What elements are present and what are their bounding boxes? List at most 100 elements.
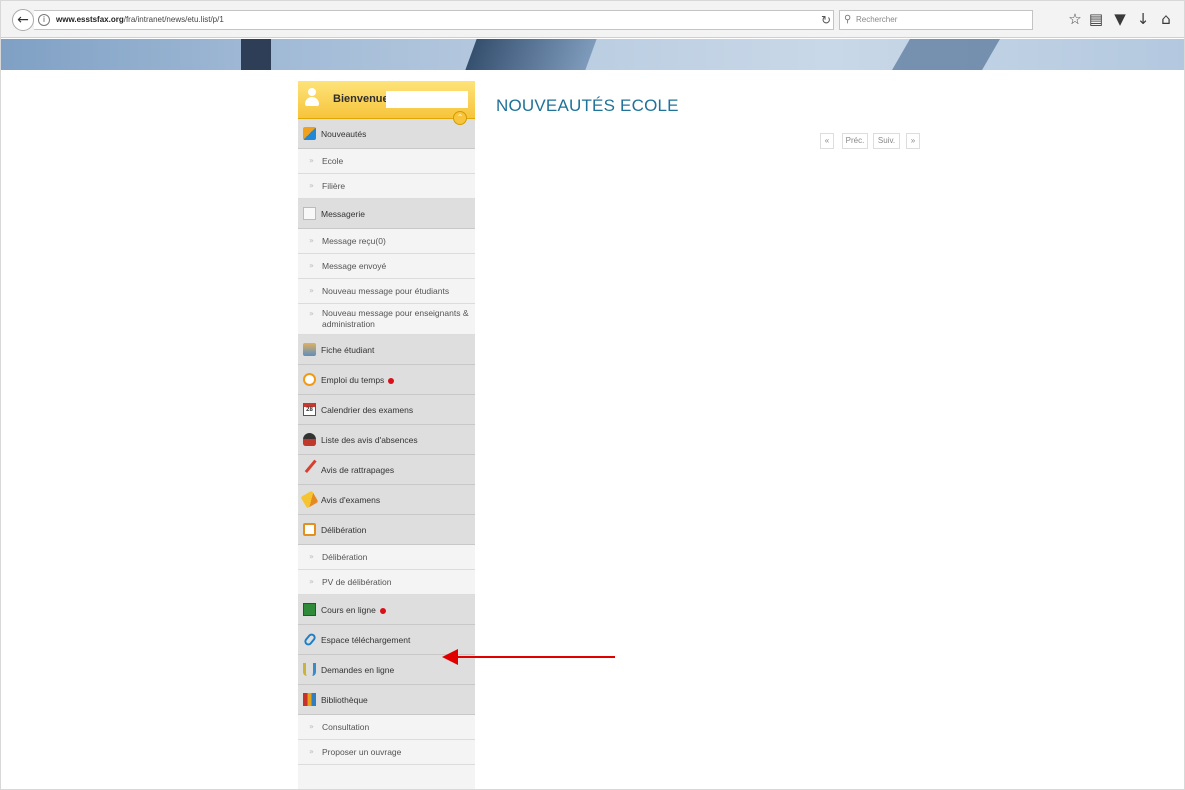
chevron-right-icon: »	[309, 747, 314, 756]
sidebar-item-label: Bibliothèque	[321, 695, 368, 705]
absence-icon	[303, 433, 316, 446]
pager-next-button[interactable]: Suiv.	[873, 133, 900, 149]
sidebar-item-label: Proposer un ouvrage	[322, 747, 402, 757]
form-icon	[303, 663, 316, 676]
alert-dot	[388, 377, 395, 384]
sidebar-item-label: Message envoyé	[322, 261, 387, 271]
sidebar-item-label: PV de délibération	[322, 577, 392, 587]
info-icon[interactable]: i	[38, 14, 50, 26]
pager-prev-button[interactable]: Préc.	[842, 133, 868, 149]
chevron-right-icon: »	[309, 577, 314, 586]
sidebar-item-label: Ecole	[322, 156, 344, 166]
sidebar-section-avis-d-examens[interactable]: Avis d'examens	[298, 485, 475, 515]
sidebar-section-messagerie[interactable]: Messagerie	[298, 199, 475, 229]
sidebar-item-label: Emploi du temps	[321, 375, 385, 385]
sidebar-section-avis-de-rattrapages[interactable]: Avis de rattrapages	[298, 455, 475, 485]
sidebar-item-label: Nouveau message pour étudiants	[322, 286, 450, 296]
calendar-icon: 28	[303, 403, 316, 416]
chevron-right-icon: »	[309, 309, 314, 318]
sidebar-item-nouveau-message-pour-etudiants[interactable]: » Nouveau message pour étudiants	[298, 279, 475, 304]
news-panel: NOUVEAUTÉS ECOLE « Préc. Suiv. »	[486, 81, 939, 162]
pager-first-button[interactable]: «	[820, 133, 834, 149]
chevron-right-icon: »	[309, 286, 314, 295]
sidebar-item-filiere[interactable]: » Filière	[298, 174, 475, 199]
sidebar-item-message-envoye[interactable]: » Message envoyé	[298, 254, 475, 279]
sidebar-section-nouveautes[interactable]: Nouveautés	[298, 119, 475, 149]
sidebar-item-nouveau-message-pour-enseignants-administration[interactable]: » Nouveau message pour enseignants & admi…	[298, 304, 475, 335]
user-name-field	[386, 91, 468, 108]
sidebar-item-label: Messagerie	[321, 209, 365, 219]
mail-icon	[303, 207, 316, 220]
sidebar-item-label: Consultation	[322, 722, 370, 732]
sidebar-item-message-recu-0[interactable]: » Message reçu(0)	[298, 229, 475, 254]
exam-icon	[300, 490, 319, 509]
annotation-arrow-head	[442, 649, 458, 665]
url-host: www.esstsfax.org	[56, 15, 124, 24]
sidebar-section-deliberation[interactable]: Délibération	[298, 515, 475, 545]
user-icon	[304, 88, 320, 108]
sidebar-item-label: Liste des avis d'absences	[321, 435, 418, 445]
sidebar-item-label: Fiche étudiant	[321, 345, 375, 355]
sidebar-item-pv-de-deliberation[interactable]: » PV de délibération	[298, 570, 475, 595]
sidebar-item-label: Message reçu(0)	[322, 236, 386, 246]
page-title: NOUVEAUTÉS ECOLE	[496, 96, 679, 115]
chevron-right-icon: »	[309, 552, 314, 561]
reading-list-icon[interactable]: ▤	[1087, 9, 1105, 29]
news-icon	[303, 127, 316, 140]
chevron-right-icon: »	[309, 722, 314, 731]
sidebar-item-label: Avis de rattrapages	[321, 465, 395, 475]
chevron-right-icon: »	[309, 181, 314, 190]
sidebar-item-ecole[interactable]: » Ecole	[298, 149, 475, 174]
sidebar-item-label: Nouveautés	[321, 129, 367, 139]
books-icon	[303, 693, 316, 706]
sidebar-section-cours-en-ligne[interactable]: Cours en ligne	[298, 595, 475, 625]
collapse-icon[interactable]: ⌃	[453, 111, 467, 125]
search-icon: ⚲	[844, 14, 852, 25]
home-icon[interactable]: ⌂	[1157, 9, 1175, 29]
url-bar[interactable]: i www.esstsfax.org/fra/intranet/news/etu…	[34, 10, 834, 30]
search-input[interactable]: ⚲ Rechercher	[839, 10, 1033, 30]
chevron-right-icon: »	[309, 156, 314, 165]
sidebar-item-proposer-un-ouvrage[interactable]: » Proposer un ouvrage	[298, 740, 475, 765]
sidebar-item-label: Calendrier des examens	[321, 405, 414, 415]
sidebar-item-deliberation[interactable]: » Délibération	[298, 545, 475, 570]
sidebar-item-consultation[interactable]: » Consultation	[298, 715, 475, 740]
alert-dot	[379, 607, 386, 614]
chevron-right-icon: »	[309, 261, 314, 270]
pocket-icon[interactable]: ▼	[1111, 9, 1129, 29]
pin-icon	[304, 459, 325, 480]
deliberation-icon	[303, 523, 316, 536]
sidebar-item-label: Délibération	[322, 552, 368, 562]
site-banner	[1, 39, 1184, 70]
sidebar-section-calendrier-des-examens[interactable]: 28 Calendrier des examens	[298, 395, 475, 425]
menu-list: Nouveautés » Ecole » Filière Messagerie » Messa…	[298, 119, 475, 765]
sidebar-section-liste-des-avis-d-absences[interactable]: Liste des avis d'absences	[298, 425, 475, 455]
download-icon[interactable]: ↓	[1134, 9, 1152, 29]
browser-toolbar: ← i www.esstsfax.org/fra/intranet/news/e…	[1, 1, 1184, 38]
sidebar-section-emploi-du-temps[interactable]: Emploi du temps	[298, 365, 475, 395]
welcome-header: Bienvenue ⌃	[298, 81, 475, 125]
paperclip-icon	[302, 631, 318, 648]
reload-icon[interactable]: ↻	[819, 11, 833, 29]
star-icon[interactable]: ☆	[1066, 9, 1084, 29]
back-icon[interactable]: ←	[12, 9, 34, 31]
sidebar-item-label: Espace téléchargement	[321, 635, 411, 645]
board-icon	[303, 603, 316, 616]
sidebar-section-fiche-etudiant[interactable]: Fiche étudiant	[298, 335, 475, 365]
sidebar-item-label: Nouveau message pour enseignants & admin…	[322, 308, 469, 329]
sidebar-item-label: Filière	[322, 181, 346, 191]
sidebar-section-bibliotheque[interactable]: Bibliothèque	[298, 685, 475, 715]
sidebar-item-label: Avis d'examens	[321, 495, 381, 505]
student-icon	[303, 343, 316, 356]
url-path: /fra/intranet/news/etu.list/p/1	[123, 15, 224, 24]
sidebar-item-label: Cours en ligne	[321, 605, 376, 615]
search-placeholder: Rechercher	[856, 15, 898, 24]
chevron-right-icon: »	[309, 236, 314, 245]
browser-window: ← i www.esstsfax.org/fra/intranet/news/e…	[0, 0, 1185, 790]
sidebar-item-label: Délibération	[321, 525, 367, 535]
pager-last-button[interactable]: »	[906, 133, 920, 149]
sidebar-item-label: Demandes en ligne	[321, 665, 395, 675]
clock-icon	[303, 373, 316, 386]
welcome-title: Bienvenue	[333, 93, 389, 105]
sidebar-menu: Bienvenue ⌃ Nouveautés » Ecole » Filière Mess…	[298, 81, 475, 789]
